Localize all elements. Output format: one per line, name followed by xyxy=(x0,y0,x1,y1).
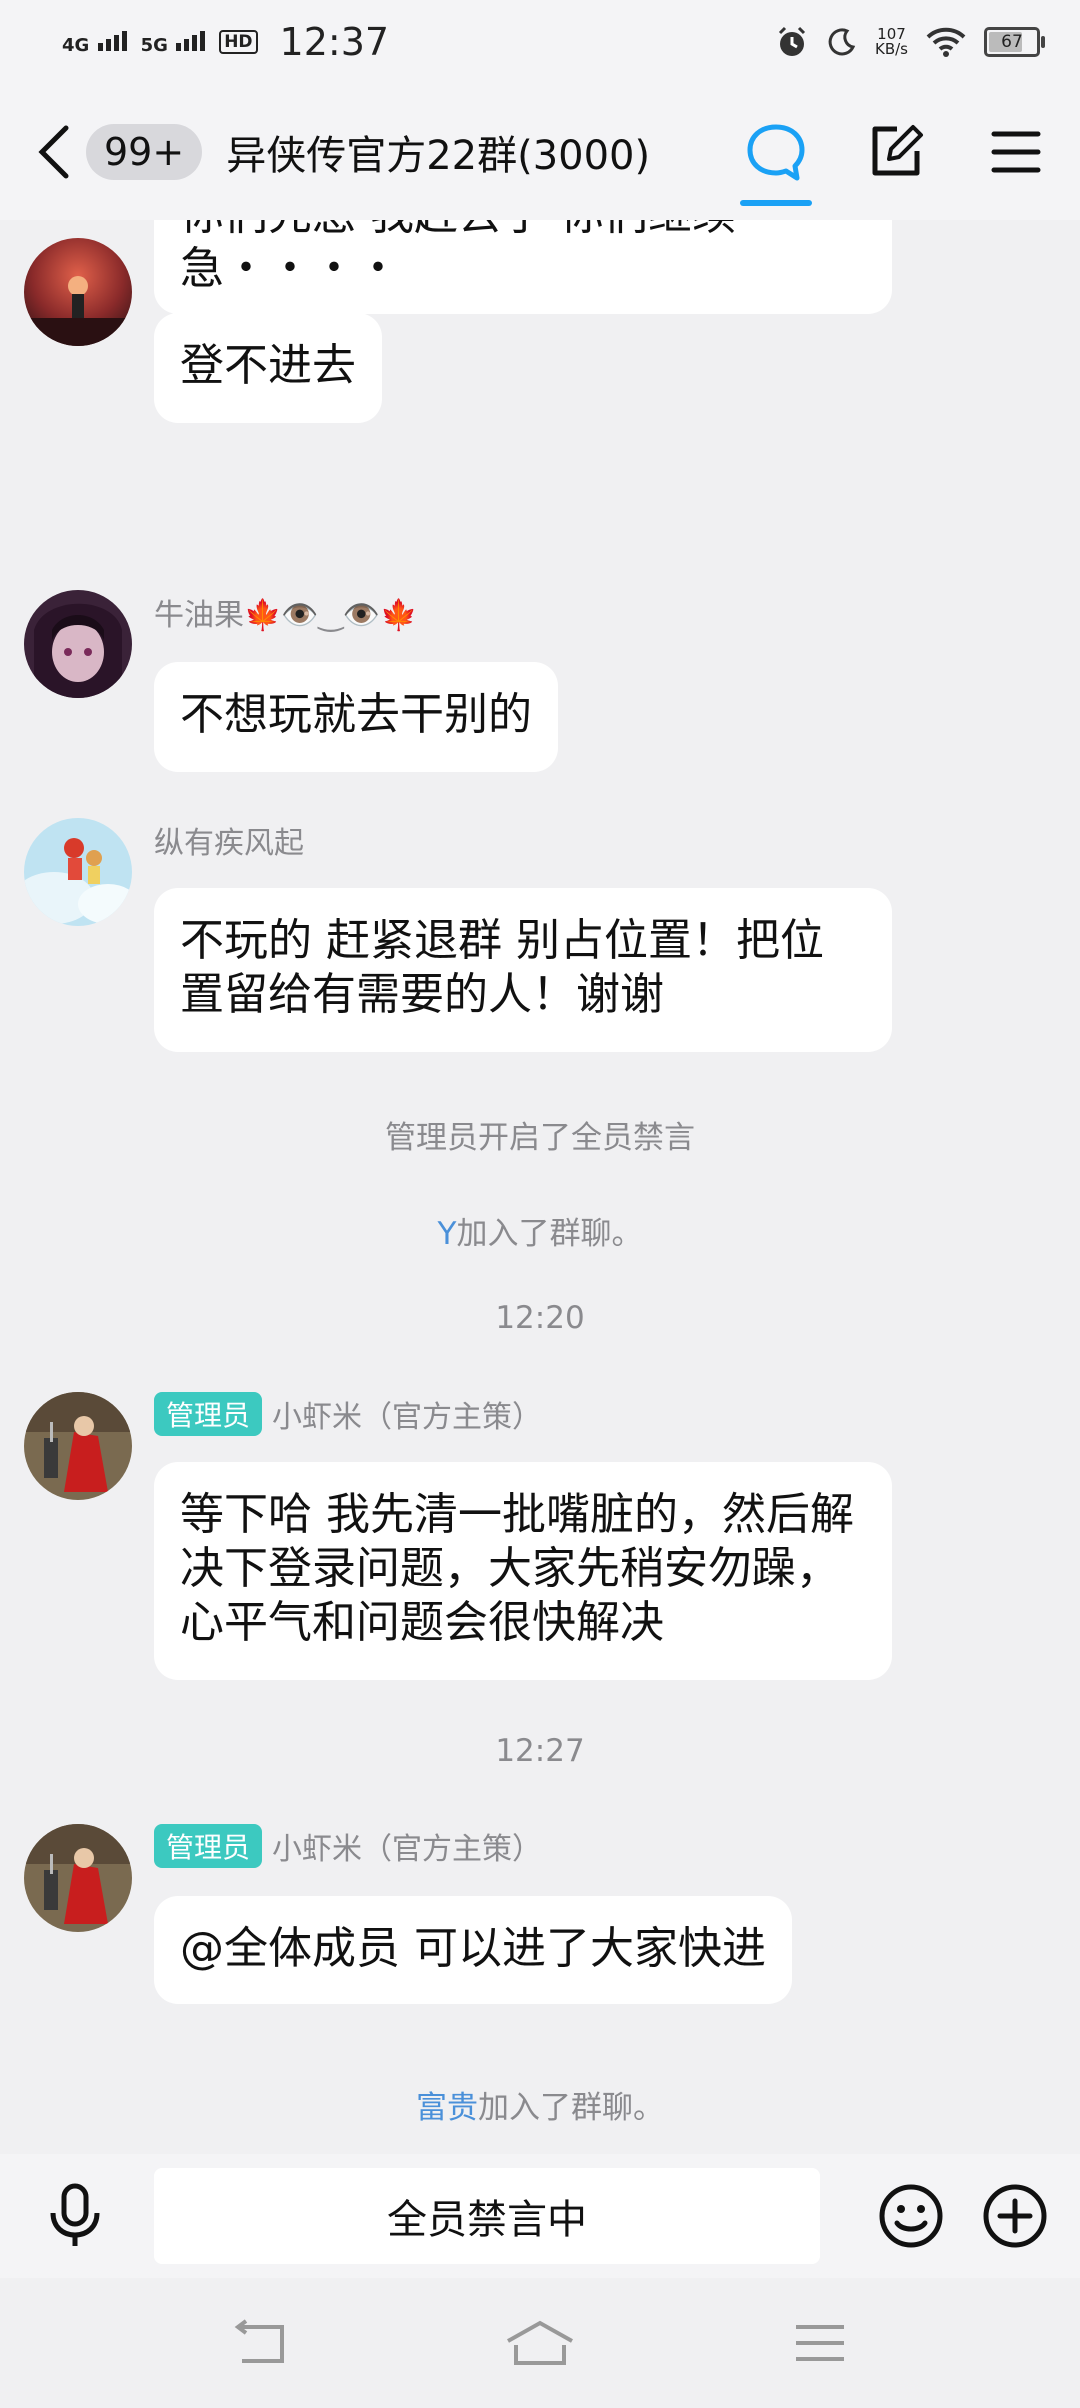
avatar-image xyxy=(24,238,132,346)
nav-menu-button[interactable] xyxy=(770,2308,870,2378)
message-bubble[interactable]: 等下哈 我先清一批嘴脏的，然后解决下登录问题，大家先稍安勿躁，心平气和问题会很快… xyxy=(154,1462,892,1680)
status-bar: 4G 5G HD 12:37 107 KB/s 67 xyxy=(0,0,1080,84)
timestamp: 12:27 xyxy=(495,1733,585,1769)
plus-icon xyxy=(983,2184,1047,2248)
avatar[interactable] xyxy=(24,1392,132,1500)
chat-header: 99+ 异侠传官方22群(3000) xyxy=(0,84,1080,220)
message-bubble[interactable]: 不想玩就去干别的 xyxy=(154,662,558,772)
sender-name[interactable]: 小虾米（官方主策） xyxy=(272,1392,542,1436)
clock: 12:37 xyxy=(279,20,390,64)
avatar[interactable] xyxy=(24,818,132,926)
sender-name[interactable]: 纵有疾风起 xyxy=(154,818,304,862)
edit-icon xyxy=(872,125,923,176)
sender-name[interactable]: 牛油果🍁👁️‿👁️🍁 xyxy=(154,590,418,634)
chevron-left-icon xyxy=(38,125,69,179)
joined-user-link[interactable]: Y xyxy=(438,1216,457,1252)
signal-4g: 4G xyxy=(62,29,127,55)
joined-user-link[interactable]: 富贵 xyxy=(416,2090,478,2126)
unread-badge[interactable]: 99+ xyxy=(86,124,203,180)
system-notice: 管理员开启了全员禁言 xyxy=(385,1120,695,1156)
menu-button[interactable] xyxy=(976,112,1056,192)
menu-icon xyxy=(991,131,1041,173)
input-bar: 全员禁言中 xyxy=(0,2154,1080,2278)
battery-level: 67 xyxy=(1001,32,1023,52)
nav-home-button[interactable] xyxy=(490,2308,590,2378)
join-notice-text: 加入了群聊。 xyxy=(478,2090,664,2126)
alarm-icon xyxy=(778,26,806,56)
sender-info: 管理员 小虾米（官方主策） xyxy=(154,1392,542,1436)
moon-icon xyxy=(828,28,856,56)
network-speed: 107 KB/s xyxy=(875,27,908,57)
group-title[interactable]: 异侠传官方22群(3000) xyxy=(226,123,650,181)
admin-badge: 管理员 xyxy=(154,1392,263,1436)
signal-5g: 5G xyxy=(141,29,206,55)
sender-name[interactable]: 小虾米（官方主策） xyxy=(272,1824,542,1868)
nav-home-icon xyxy=(507,2320,573,2365)
join-notice: 富贵加入了群聊。 xyxy=(0,2082,1080,2127)
join-notice: Y加入了群聊。 xyxy=(0,1208,1080,1253)
message-bubble[interactable]: 不玩的 赶紧退群 别占位置！把位置留给有需要的人！谢谢 xyxy=(154,888,892,1052)
message-bubble[interactable]: @全体成员 可以进了大家快进 xyxy=(154,1896,792,2004)
more-button[interactable] xyxy=(980,2181,1050,2251)
muted-input-field[interactable]: 全员禁言中 xyxy=(154,2168,820,2264)
avatar-image xyxy=(24,1824,132,1932)
join-notice-text: 加入了群聊。 xyxy=(456,1216,643,1252)
battery-indicator: 67 xyxy=(984,27,1045,57)
nav-back-icon xyxy=(234,2319,284,2363)
timestamp: 12:20 xyxy=(495,1300,585,1336)
mic-icon xyxy=(50,2183,100,2246)
avatar-image xyxy=(24,818,132,926)
edit-button[interactable] xyxy=(856,112,936,192)
sender-info: 管理员 小虾米（官方主策） xyxy=(154,1824,542,1868)
network-speed-unit: KB/s xyxy=(875,40,908,58)
system-nav-bar xyxy=(0,2278,1080,2408)
voice-button[interactable] xyxy=(30,2171,120,2261)
avatar[interactable] xyxy=(24,238,132,346)
back-button[interactable] xyxy=(24,112,84,192)
admin-badge: 管理员 xyxy=(154,1824,263,1868)
emoji-button[interactable] xyxy=(876,2181,946,2251)
signal-bars-icon xyxy=(97,29,127,51)
avatar-image xyxy=(24,590,132,698)
signal-bars-icon xyxy=(176,29,206,51)
chat-tab-button[interactable] xyxy=(736,112,816,206)
message-list[interactable]: 你们先急 我赶去了 你们继续急・・・・ 登不进去 牛油果🍁👁️‿ xyxy=(0,220,1080,2154)
wifi-icon xyxy=(926,27,966,57)
signal-5g-label: 5G xyxy=(140,35,168,56)
nav-back-button[interactable] xyxy=(210,2308,310,2378)
message-bubble[interactable]: 登不进去 xyxy=(154,313,382,423)
hd-voice-badge: HD xyxy=(219,30,258,54)
avatar-image xyxy=(24,1392,132,1500)
avatar[interactable] xyxy=(24,590,132,698)
message-bubble[interactable]: 你们先急 我赶去了 你们继续急・・・・ xyxy=(154,220,892,314)
nav-menu-icon xyxy=(796,2325,844,2361)
signal-4g-label: 4G xyxy=(62,35,90,56)
emoji-icon xyxy=(879,2184,943,2248)
chat-bubble-icon xyxy=(747,124,805,181)
avatar[interactable] xyxy=(24,1824,132,1932)
